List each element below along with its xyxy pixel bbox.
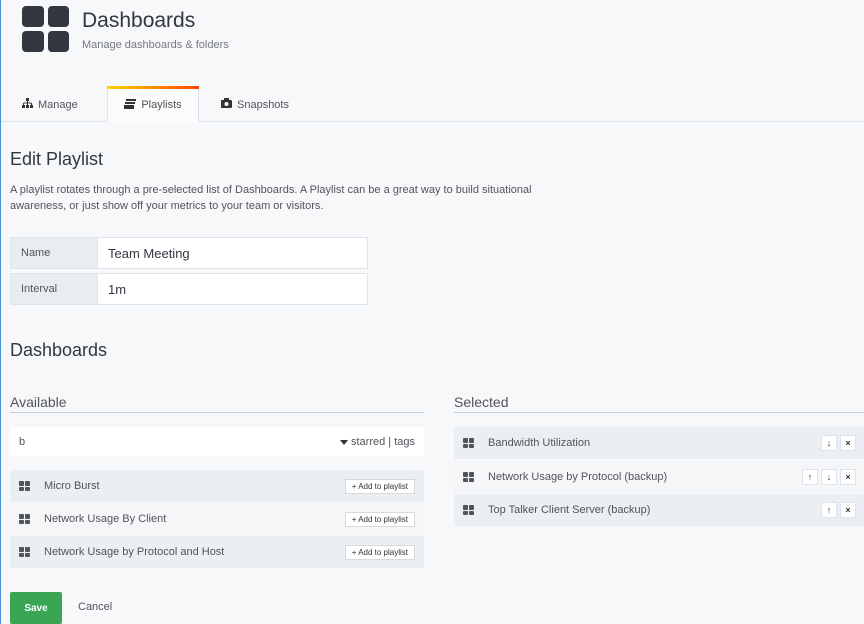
name-label: Name <box>10 237 98 269</box>
tab-playlists[interactable]: Playlists <box>107 86 199 123</box>
page-header: Dashboards Manage dashboards & folders M… <box>1 0 864 123</box>
available-item-label: Network Usage by Protocol and Host <box>44 546 225 558</box>
row-actions: ↑ ↓ × <box>802 469 856 485</box>
available-divider <box>10 412 424 413</box>
interval-row: Interval 1m <box>10 273 368 305</box>
available-item: Micro Burst + Add to playlist <box>10 470 424 502</box>
cancel-link[interactable]: Cancel <box>78 601 112 613</box>
search-value: b <box>19 435 26 448</box>
available-item: Network Usage By Client + Add to playlis… <box>10 503 424 535</box>
selected-item-label: Top Talker Client Server (backup) <box>488 504 651 516</box>
page-subtitle: Manage dashboards & folders <box>82 39 229 51</box>
playlist-description: A playlist rotates through a pre-selecte… <box>10 184 532 212</box>
camera-icon <box>220 98 232 111</box>
dashboard-icon <box>19 547 30 557</box>
interval-label: Interval <box>10 273 98 305</box>
selected-divider <box>454 412 864 413</box>
selected-item-label: Network Usage by Protocol (backup) <box>488 471 668 483</box>
add-to-playlist-button[interactable]: + Add to playlist <box>344 511 415 527</box>
available-item: Network Usage by Protocol and Host + Add… <box>10 536 424 568</box>
move-down-button[interactable]: ↓ <box>821 435 837 451</box>
remove-button[interactable]: × <box>840 502 856 518</box>
edit-playlist-heading: Edit Playlist <box>10 149 104 169</box>
interval-input[interactable]: 1m <box>98 273 368 305</box>
save-button[interactable]: Save <box>10 592 62 624</box>
dashboard-icon <box>19 481 30 491</box>
dashboard-search-input[interactable]: b starred | tags <box>10 427 424 456</box>
tab-snapshots-label: Snapshots <box>237 98 289 111</box>
remove-button[interactable]: × <box>840 469 856 485</box>
selected-item: Network Usage by Protocol (backup) ↑ ↓ × <box>454 461 864 493</box>
tab-bar: Manage Playlists Snapshots <box>1 86 864 123</box>
move-up-button[interactable]: ↑ <box>802 469 818 485</box>
selected-item: Bandwidth Utilization ↓ × <box>454 427 864 459</box>
dashboard-icon <box>463 472 474 482</box>
selected-item: Top Talker Client Server (backup) ↑ × <box>454 494 864 526</box>
tab-manage-label: Manage <box>38 98 78 111</box>
tab-playlists-label: Playlists <box>141 99 182 111</box>
move-up-button[interactable]: ↑ <box>821 502 837 518</box>
dashboards-grid-icon <box>22 6 69 52</box>
tab-snapshots[interactable]: Snapshots <box>206 86 303 123</box>
dashboard-icon <box>463 505 474 515</box>
add-to-playlist-button[interactable]: + Add to playlist <box>344 478 415 494</box>
dashboards-heading: Dashboards <box>10 340 108 360</box>
dashboard-icon <box>463 438 474 448</box>
remove-button[interactable]: × <box>840 435 856 451</box>
dashboard-icon <box>19 514 30 524</box>
filter-icon <box>340 440 348 445</box>
add-to-playlist-button[interactable]: + Add to playlist <box>344 544 415 560</box>
row-actions: ↑ × <box>821 502 856 518</box>
move-down-button[interactable]: ↓ <box>821 469 837 485</box>
filter-label: starred | tags <box>351 435 415 448</box>
playlist-icon <box>124 98 137 112</box>
name-row: Name Team Meeting <box>10 237 368 269</box>
starred-tags-filter[interactable]: starred | tags <box>340 436 415 448</box>
sitemap-icon <box>21 98 33 111</box>
name-input[interactable]: Team Meeting <box>98 237 368 269</box>
selected-heading: Selected <box>454 394 509 410</box>
available-item-label: Network Usage By Client <box>44 513 167 525</box>
available-item-label: Micro Burst <box>44 480 100 492</box>
row-actions: ↓ × <box>821 435 856 451</box>
page-title: Dashboards <box>82 9 196 32</box>
available-heading: Available <box>10 394 67 410</box>
selected-item-label: Bandwidth Utilization <box>488 437 591 449</box>
tab-manage[interactable]: Manage <box>7 86 92 123</box>
